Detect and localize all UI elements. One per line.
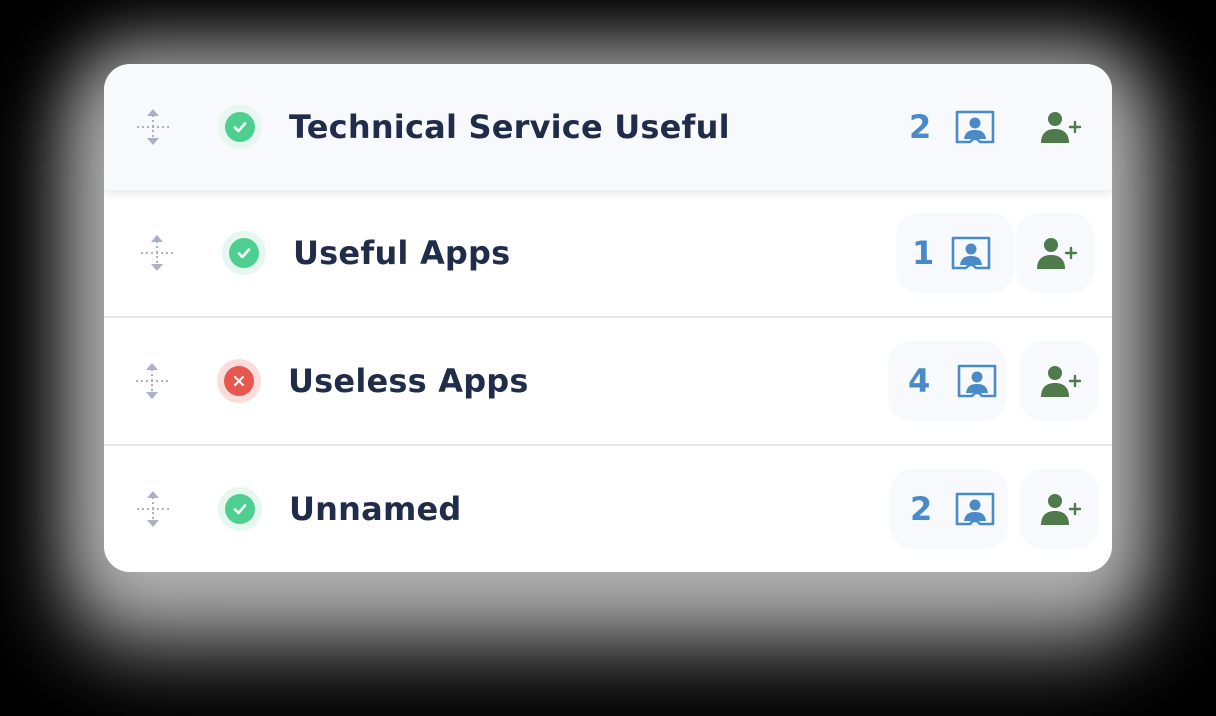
list-item[interactable]: Useless Apps 4: [104, 318, 1112, 446]
group-title[interactable]: Unnamed: [289, 490, 462, 528]
group-title[interactable]: Technical Service Useful: [289, 108, 730, 146]
profile-folder-icon[interactable]: [956, 362, 998, 400]
status-ok-icon: [222, 231, 266, 275]
member-count: 2: [909, 108, 932, 146]
drag-handle-icon[interactable]: [138, 233, 176, 273]
drag-handle-icon[interactable]: [134, 107, 172, 147]
drag-handle-icon[interactable]: [134, 489, 172, 529]
group-list: Technical Service Useful 2 Useful Apps 1: [104, 64, 1112, 572]
add-user-icon[interactable]: [1040, 110, 1082, 144]
member-count: 4: [908, 362, 931, 400]
profile-folder-icon[interactable]: [954, 490, 996, 528]
drag-handle-icon[interactable]: [133, 361, 171, 401]
profile-folder-icon[interactable]: [954, 108, 996, 146]
list-item[interactable]: Unnamed 2: [104, 446, 1112, 572]
status-ok-icon: [218, 105, 262, 149]
add-user-icon[interactable]: [1040, 492, 1082, 526]
status-error-icon: [217, 359, 261, 403]
profile-folder-icon[interactable]: [950, 234, 992, 272]
add-user-icon[interactable]: [1036, 236, 1078, 270]
group-title[interactable]: Useful Apps: [293, 234, 510, 272]
status-ok-icon: [218, 487, 262, 531]
list-item[interactable]: Useful Apps 1: [104, 190, 1112, 318]
add-user-icon[interactable]: [1040, 364, 1082, 398]
list-item[interactable]: Technical Service Useful 2: [104, 64, 1112, 190]
group-title[interactable]: Useless Apps: [288, 362, 529, 400]
member-count: 1: [912, 234, 935, 272]
member-count: 2: [910, 490, 933, 528]
